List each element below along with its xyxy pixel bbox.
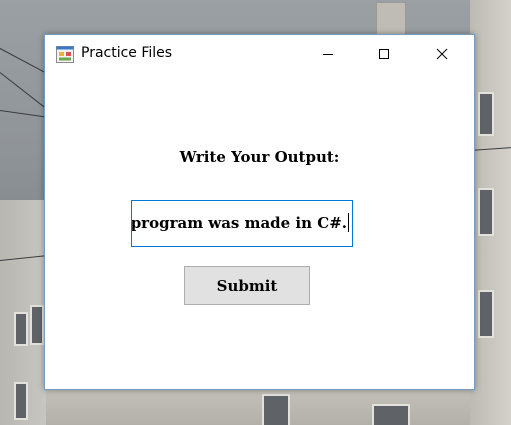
output-textbox-value: program was made in C#. <box>131 213 347 232</box>
background-window <box>14 312 28 346</box>
background-chimney <box>376 2 406 36</box>
background-window <box>478 92 494 136</box>
minimize-icon <box>323 54 333 55</box>
background-window <box>372 404 410 425</box>
close-button[interactable] <box>419 35 465 73</box>
practice-files-window: Practice Files Write Your Output: progra… <box>44 34 475 390</box>
background-window <box>262 394 290 425</box>
text-caret <box>348 213 349 232</box>
winforms-app-icon <box>56 46 74 63</box>
title-bar[interactable]: Practice Files <box>45 35 474 73</box>
prompt-label: Write Your Output: <box>179 148 340 166</box>
maximize-icon <box>379 49 389 59</box>
minimize-button[interactable] <box>305 35 351 73</box>
output-textbox-content: program was made in C#. <box>131 213 349 232</box>
submit-button[interactable]: Submit <box>184 266 310 305</box>
background-window <box>478 290 494 338</box>
close-icon <box>436 48 448 60</box>
maximize-button[interactable] <box>361 35 407 73</box>
background-wire <box>0 110 50 118</box>
background-window <box>478 188 494 236</box>
output-textbox[interactable]: program was made in C#. <box>131 200 353 247</box>
background-window <box>14 382 28 420</box>
background-wire <box>0 72 48 110</box>
background-window <box>30 305 44 345</box>
window-title: Practice Files <box>81 45 173 61</box>
